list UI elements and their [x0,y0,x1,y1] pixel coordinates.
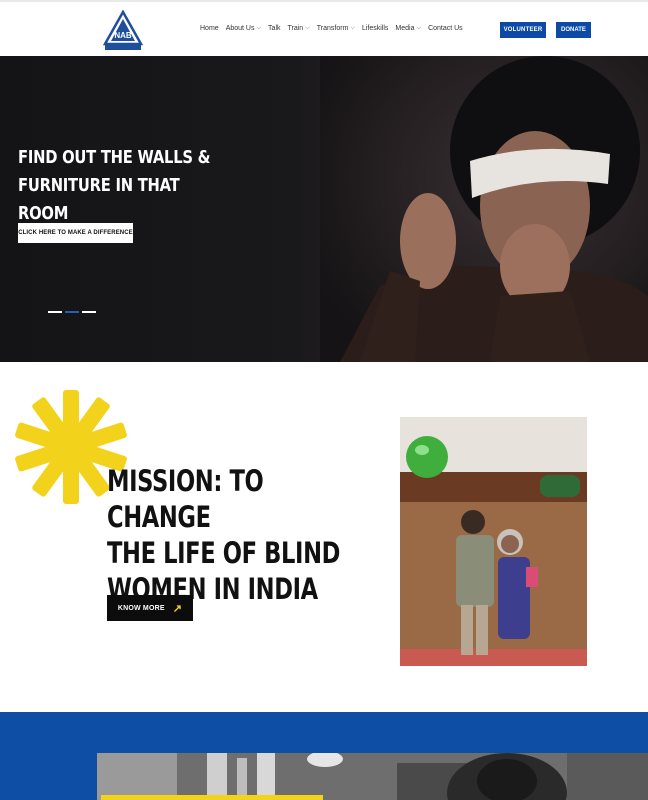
nav-talk-label: Talk [268,25,281,32]
nav-lifeskills[interactable]: Lifeskills [362,25,388,32]
nab-logo-icon[interactable]: NAB [103,10,143,52]
hero-photo-blindfolded-girl [320,56,648,362]
chevron-down-icon: ⌵ [416,25,422,31]
mission-heading-line-2: THE LIFE OF BLIND [107,536,341,570]
nav-contact-us[interactable]: Contact Us [428,25,463,32]
slider-dot-2[interactable] [65,311,79,313]
mission-heading-line-1: MISSION: TO CHANGE [107,464,264,534]
nav-contact-us-label: Contact Us [428,25,463,32]
volunteer-button[interactable]: VOLUNTEER [500,22,546,38]
nav-talk[interactable]: Talk [268,25,280,32]
make-a-difference-button[interactable]: CLICK HERE TO MAKE A DIFFERENCE [18,223,133,243]
nav-about-us-label: About Us [225,25,255,32]
chevron-down-icon: ⌵ [256,25,262,31]
yellow-accent-bar [101,795,323,800]
main-nav: Home About Us ⌵ Talk Train ⌵ Transform ⌵ Li… [200,25,463,32]
nav-transform-label: Transform [316,25,349,32]
band-photo-strip [97,753,648,800]
hero-title-line-1: FIND OUT THE WALLS & [18,147,211,168]
know-more-label: KNOW MORE [117,604,165,612]
nav-media-label: Media [395,25,415,32]
nav-home[interactable]: Home [200,25,219,32]
mission-heading: MISSION: TO CHANGE THE LIFE OF BLIND WOM… [107,463,364,607]
nav-lifeskills-label: Lifeskills [361,25,389,32]
know-more-button[interactable]: KNOW MORE ↗ [107,595,193,621]
hero-slider: FIND OUT THE WALLS & FURNITURE IN THAT R… [0,56,648,362]
chevron-down-icon: ⌵ [350,25,355,31]
nav-train[interactable]: Train ⌵ [288,25,310,32]
hero-title-line-2: FURNITURE IN THAT ROOM [18,175,180,224]
slider-dots [48,311,96,313]
svg-text:NAB: NAB [114,31,132,40]
nav-train-label: Train [287,25,304,32]
arrow-up-right-icon: ↗ [172,602,183,615]
mission-photo-two-women [400,417,587,666]
chevron-down-icon: ⌵ [305,25,310,31]
donate-button[interactable]: DONATE [556,22,591,38]
slider-dot-1[interactable] [48,311,62,313]
nav-about-us[interactable]: About Us ⌵ [226,25,261,32]
hero-title: FIND OUT THE WALLS & FURNITURE IN THAT R… [18,144,231,228]
nav-media[interactable]: Media ⌵ [395,25,421,32]
site-header: NAB Home About Us ⌵ Talk Train ⌵ Transform… [0,0,648,56]
nav-transform[interactable]: Transform ⌵ [317,25,355,32]
nav-home-label: Home [200,25,219,32]
slider-dot-3[interactable] [82,311,96,313]
